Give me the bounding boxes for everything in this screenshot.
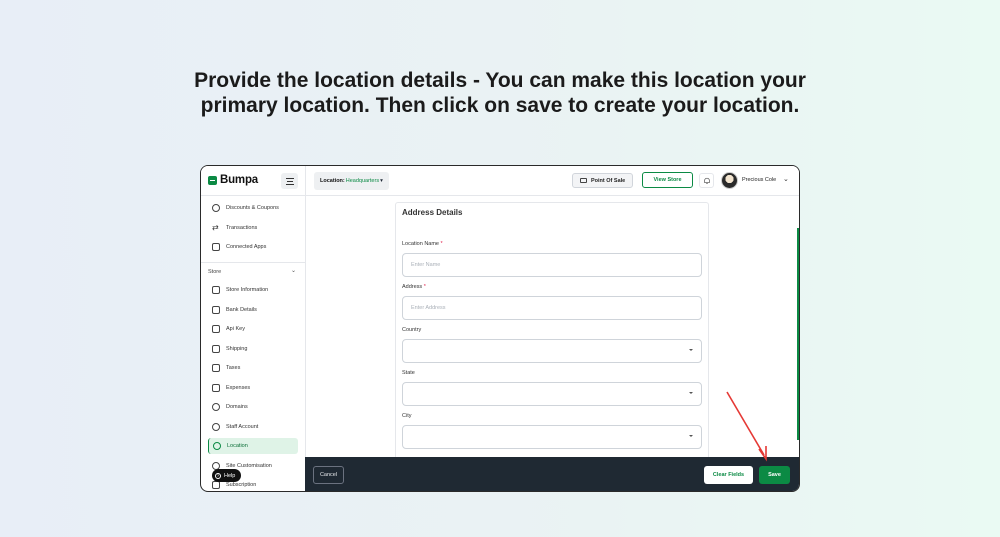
sidebar-item-label: Expenses (226, 385, 251, 391)
sidebar: Discounts & Coupons ⇄ Transactions Conne… (201, 196, 305, 491)
pos-icon (580, 178, 587, 183)
key-icon (212, 325, 220, 333)
tutorial-caption: Provide the location details - You can m… (0, 68, 1000, 118)
sidebar-item-store-information[interactable]: Store Information (208, 282, 298, 298)
help-icon: ? (215, 472, 221, 479)
sidebar-item-domains[interactable]: Domains (208, 399, 298, 415)
address-label: Address * (402, 284, 426, 290)
sidebar-item-label: Store Information (226, 287, 269, 293)
caption-line-2: primary location. Then click on save to … (200, 94, 800, 117)
store-section-label[interactable]: Store (208, 269, 221, 275)
sidebar-item-shipping[interactable]: Shipping (208, 341, 298, 357)
location-selector-label: Location: (320, 178, 345, 184)
sidebar-item-label: Taxes (226, 365, 241, 371)
globe-icon (212, 403, 220, 411)
chevron-down-icon[interactable]: ⌄ (783, 175, 789, 183)
location-selector-value: Headquarters (345, 178, 380, 184)
sidebar-item-label: Subscription (226, 482, 257, 488)
apps-icon (212, 243, 220, 251)
sidebar-item-discounts[interactable]: Discounts & Coupons (208, 200, 298, 216)
tax-icon (212, 364, 220, 372)
sidebar-item-connected-apps[interactable]: Connected Apps (208, 239, 298, 255)
transfer-icon: ⇄ (212, 223, 219, 232)
address-details-card: Address Details Location Name * Enter Na… (395, 202, 709, 462)
scrollbar[interactable] (797, 228, 799, 440)
sidebar-item-transactions[interactable]: ⇄ Transactions (208, 220, 298, 236)
point-of-sale-label: Point Of Sale (591, 177, 626, 184)
card-title: Address Details (402, 208, 463, 217)
sidebar-item-label: Location (227, 443, 248, 449)
point-of-sale-button[interactable]: Point Of Sale (572, 173, 634, 188)
address-input[interactable]: Enter Address (402, 296, 702, 320)
location-name-label: Location Name * (402, 241, 443, 247)
truck-icon (212, 345, 220, 353)
cancel-button[interactable]: Cancel (313, 466, 344, 484)
discount-icon (212, 204, 220, 212)
menu-icon[interactable] (281, 173, 298, 189)
country-select[interactable] (402, 339, 702, 363)
chevron-down-icon[interactable]: ⌄ (291, 267, 296, 274)
sidebar-item-taxes[interactable]: Taxes (208, 360, 298, 376)
sidebar-item-api-key[interactable]: Api Key (208, 321, 298, 337)
bell-icon[interactable] (699, 173, 714, 188)
help-label: Help (224, 472, 236, 479)
app-window: Bumpa Location: Headquarters ▾ Point Of … (200, 165, 800, 492)
form-action-bar: Cancel Clear Fields Save (305, 457, 799, 491)
country-label: Country (402, 327, 422, 333)
sidebar-item-label: Bank Details (226, 307, 257, 313)
avatar[interactable] (721, 172, 738, 189)
sidebar-item-label: Transactions (226, 225, 258, 231)
caret-down-icon (689, 435, 693, 437)
location-icon (213, 442, 221, 450)
top-bar: Bumpa Location: Headquarters ▾ Point Of … (201, 166, 799, 196)
sidebar-item-staff-account[interactable]: Staff Account (208, 419, 298, 435)
state-select[interactable] (402, 382, 702, 406)
help-button[interactable]: ? Help (212, 469, 242, 482)
sidebar-divider (305, 166, 306, 491)
sidebar-item-label: Connected Apps (226, 244, 267, 250)
sidebar-item-location[interactable]: Location (208, 438, 298, 454)
sidebar-item-expenses[interactable]: Expenses (208, 380, 298, 396)
store-icon (212, 286, 220, 294)
state-label: State (402, 370, 415, 376)
logo[interactable]: Bumpa (208, 174, 258, 186)
location-name-input[interactable]: Enter Name (402, 253, 702, 277)
view-store-button[interactable]: View Store (642, 172, 693, 188)
logo-icon (208, 175, 217, 185)
clear-fields-button[interactable]: Clear Fields (704, 466, 753, 484)
sidebar-item-bank-details[interactable]: Bank Details (208, 302, 298, 318)
save-button[interactable]: Save (759, 466, 790, 484)
sidebar-item-label: Shipping (226, 346, 248, 352)
layers-icon (212, 481, 220, 489)
caret-down-icon: ▾ (380, 178, 383, 184)
user-name[interactable]: Precious Cole (742, 177, 776, 183)
caret-down-icon (689, 349, 693, 351)
sidebar-item-label: Discounts & Coupons (226, 205, 279, 211)
user-icon (212, 423, 220, 431)
logo-text: Bumpa (220, 174, 258, 186)
section-divider (201, 262, 305, 263)
bank-icon (212, 306, 220, 314)
expense-icon (212, 384, 220, 392)
caret-down-icon (689, 392, 693, 394)
caption-line-1: Provide the location details - You can m… (194, 69, 806, 92)
city-label: City (402, 413, 412, 419)
city-select[interactable] (402, 425, 702, 449)
sidebar-item-label: Domains (226, 404, 248, 410)
location-selector[interactable]: Location: Headquarters ▾ (314, 172, 389, 190)
sidebar-item-label: Staff Account (226, 424, 259, 430)
sidebar-item-label: Api Key (226, 326, 245, 332)
